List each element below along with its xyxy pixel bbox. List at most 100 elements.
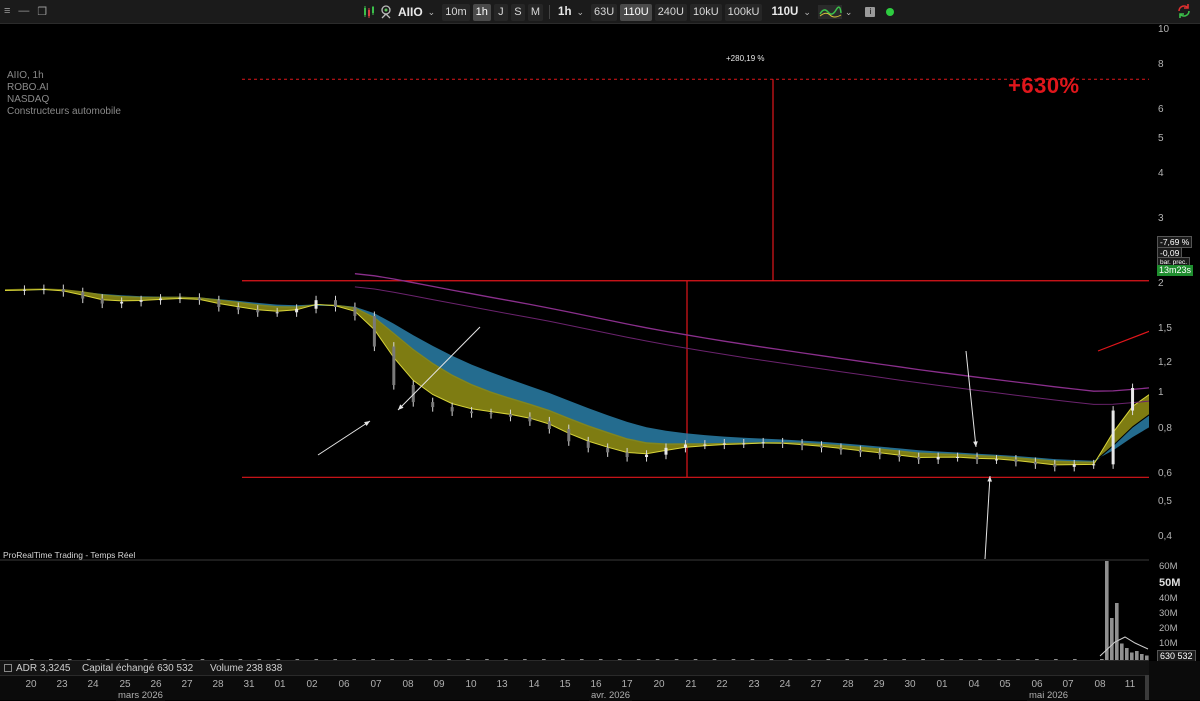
candle-body [956, 457, 960, 459]
date-tick: 28 [842, 679, 854, 690]
candle-body [431, 402, 435, 408]
candle-body [742, 443, 746, 445]
info-icon[interactable]: i [865, 7, 876, 17]
volume-bar [1115, 603, 1119, 660]
refresh-icon[interactable] [1176, 3, 1192, 19]
date-tick: 13 [496, 679, 508, 690]
menu-icon[interactable]: ≡ [4, 5, 10, 18]
units-110[interactable]: 110U [620, 3, 652, 21]
date-tick: 17 [621, 679, 633, 690]
date-tick: 21 [685, 679, 697, 690]
date-tick: 15 [559, 679, 571, 690]
candle-body [197, 297, 201, 301]
period-select[interactable]: 1h [556, 6, 573, 18]
date-tick: 27 [181, 679, 193, 690]
date-tick: 06 [1031, 679, 1043, 690]
tf-j[interactable]: J [493, 3, 508, 21]
units-chevron-icon[interactable]: ⌄ [803, 7, 811, 18]
tf-10m[interactable]: 10m [442, 3, 470, 21]
price-chart[interactable] [0, 24, 1149, 660]
instrument-sector: Constructeurs automobile [7, 106, 121, 117]
candle-body [722, 443, 726, 445]
candle-body [100, 298, 104, 304]
capital-label: Capital échangé [82, 663, 155, 674]
annotation-arrow [984, 475, 991, 560]
candle-body [606, 447, 610, 453]
price-tick: 0,4 [1158, 531, 1172, 542]
window-controls: ≡ — ❐ [4, 5, 47, 18]
candles-icon[interactable] [362, 5, 376, 19]
arrow-head [364, 421, 370, 426]
month-label: avr. 2026 [589, 690, 633, 701]
candle-body [236, 306, 240, 310]
month-label: mai 2026 [1027, 690, 1071, 701]
volume-tick: 60M [1159, 561, 1178, 572]
candle-body [1072, 464, 1076, 467]
volume-label: Volume [210, 663, 244, 674]
date-tick: 20 [653, 679, 665, 690]
measure-move-label: +280,19 % [726, 54, 765, 63]
date-tick: 01 [274, 679, 286, 690]
ticker-symbol[interactable]: AIIO [396, 5, 425, 19]
price-tick: 2 [1158, 278, 1164, 289]
candle-body [450, 407, 454, 412]
candle-body [295, 308, 299, 313]
units-240[interactable]: 240U [654, 3, 687, 21]
date-tick: 25 [119, 679, 131, 690]
candle-body [761, 442, 765, 444]
tf-1h[interactable]: 1h [472, 3, 491, 21]
units-63[interactable]: 63U [591, 3, 618, 21]
date-axis[interactable]: 20 23 24 25 26 27 28 31 01 02 06 07 08 0… [0, 675, 1200, 701]
candle-body [547, 421, 551, 430]
volume-tick: 40M [1159, 593, 1178, 604]
candle-body [528, 416, 532, 422]
candle-body [120, 301, 124, 304]
date-tick: 28 [212, 679, 224, 690]
top-toolbar: ≡ — ❐ AIIO ⌄ 10m 1h J S M 1h ⌄ 63U 110U … [0, 0, 1200, 24]
date-tick: 30 [904, 679, 916, 690]
chevron-down-icon[interactable]: ⌄ [428, 7, 436, 18]
candle-body [839, 447, 843, 451]
price-axis[interactable]: 10 8 6 5 4 3 2 1,5 1,2 1 0,8 0,6 0,5 0,4 [1149, 24, 1200, 560]
candle-body [178, 297, 182, 299]
restore-icon[interactable]: ❐ [37, 5, 47, 18]
breakout-line [1097, 330, 1149, 352]
instrument-title: AIIO, 1h [7, 70, 44, 81]
candle-body [567, 429, 571, 442]
units-select[interactable]: 110U [769, 6, 800, 18]
profile-icon[interactable] [379, 5, 393, 19]
candle-body [392, 346, 396, 386]
volume-stat: Volume 238 838 [210, 663, 282, 674]
instrument-exchange: NASDAQ [7, 94, 50, 105]
period-chevron-icon[interactable]: ⌄ [576, 7, 584, 18]
date-tick: 04 [968, 679, 980, 690]
style-chevron-icon[interactable]: ⌄ [845, 7, 853, 18]
units-100k[interactable]: 100kU [724, 3, 763, 21]
candle-body [975, 457, 979, 460]
date-tick: 14 [528, 679, 540, 690]
month-label: mars 2026 [116, 690, 165, 701]
candle-body [1131, 388, 1135, 411]
candle-body [22, 289, 26, 291]
annotation-arrow [317, 420, 371, 456]
candle-body [159, 298, 163, 301]
candle-body [139, 300, 143, 302]
adr-stat: ADR 3,3245 [16, 663, 71, 674]
candle-body [1014, 459, 1018, 462]
price-tick: 4 [1158, 168, 1164, 179]
tf-s[interactable]: S [510, 3, 525, 21]
candle-body [800, 443, 804, 446]
indicator-settings-icon[interactable] [4, 664, 12, 672]
candle-body [314, 300, 318, 309]
units-10k[interactable]: 10kU [689, 3, 722, 21]
price-tick: 10 [1158, 24, 1170, 35]
date-tick: 23 [56, 679, 68, 690]
date-tick: 24 [87, 679, 99, 690]
price-tick: 6 [1158, 104, 1164, 115]
candle-body [897, 454, 901, 458]
candle-body [703, 444, 707, 446]
date-tick: 29 [873, 679, 885, 690]
chart-style-icon[interactable] [817, 5, 842, 19]
tf-m[interactable]: M [527, 3, 544, 21]
minimize-icon[interactable]: — [18, 5, 29, 18]
